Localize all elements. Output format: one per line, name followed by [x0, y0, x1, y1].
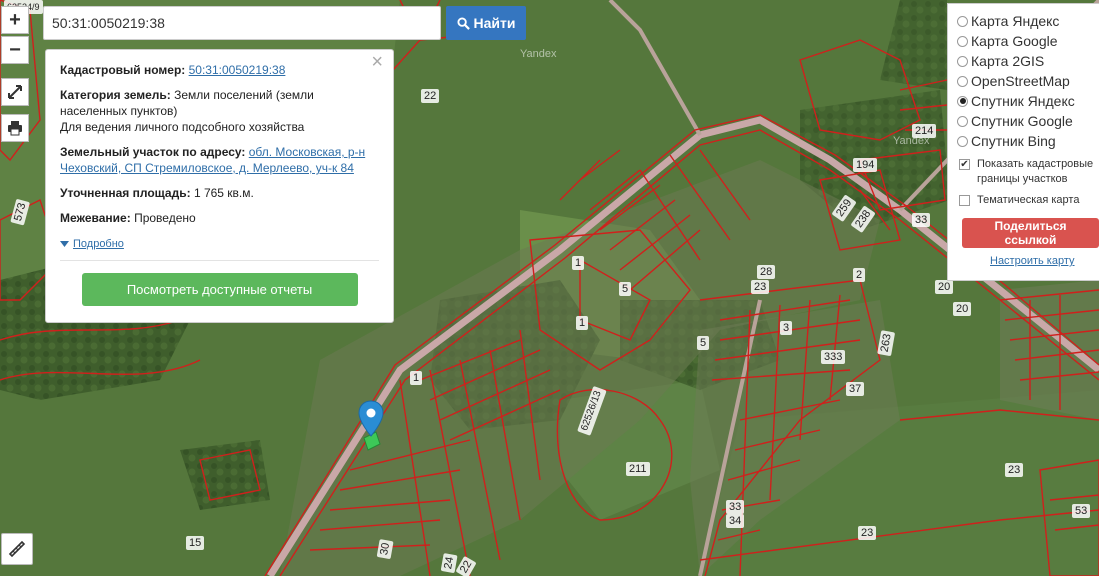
layer-option-label: Карта Google — [971, 33, 1058, 49]
panel-divider — [60, 260, 379, 261]
parcel-label: 5 — [697, 336, 710, 350]
layer-option-label: Спутник Яндекс — [971, 93, 1075, 109]
search-button-label: Найти — [473, 15, 516, 31]
parcel-label: 34 — [726, 514, 745, 528]
address-row: Земельный участок по адресу: обл. Москов… — [60, 144, 379, 176]
parcel-label: 3 — [780, 321, 793, 335]
parcel-label: 20 — [953, 302, 972, 316]
layer-radio[interactable] — [957, 95, 968, 107]
print-button[interactable] — [1, 114, 29, 142]
show-cadastral-toggle[interactable]: ✔ Показать кадастровые границы участков — [957, 157, 1099, 187]
parcel-label: 33 — [912, 213, 931, 227]
layer-option[interactable]: OpenStreetMap — [957, 71, 1099, 91]
parcel-label: 33 — [726, 500, 745, 514]
parcel-label: 1 — [410, 371, 423, 385]
parcel-label: 2 — [853, 268, 866, 282]
parcel-label: 214 — [912, 124, 937, 138]
layer-option[interactable]: Спутник Bing — [957, 131, 1099, 151]
search-button[interactable]: Найти — [446, 6, 526, 40]
details-link-label: Подробно — [73, 238, 124, 250]
cadastral-number-label: Кадастровый номер: — [60, 63, 186, 77]
layer-option[interactable]: Карта Яндекс — [957, 11, 1099, 31]
layer-radio[interactable] — [957, 75, 968, 87]
thematic-map-label: Тематическая карта — [977, 194, 1080, 206]
parcel-label: 28 — [757, 265, 776, 279]
survey-row: Межевание: Проведено — [60, 210, 379, 226]
parcel-label: 333 — [821, 350, 846, 364]
printer-icon — [8, 121, 22, 136]
survey-label: Межевание: — [60, 211, 131, 225]
layer-option-label: Спутник Google — [971, 113, 1073, 129]
show-cadastral-checkbox[interactable]: ✔ — [959, 159, 970, 170]
show-cadastral-label: Показать кадастровые границы участков — [977, 158, 1094, 185]
map-watermark: Yandex — [520, 48, 557, 60]
layer-option-label: Карта 2GIS — [971, 53, 1045, 69]
survey-value: Проведено — [134, 211, 196, 225]
layer-option[interactable]: Карта Google — [957, 31, 1099, 51]
cadastral-number-link[interactable]: 50:31:0050219:38 — [189, 63, 286, 77]
expand-icon — [8, 85, 22, 99]
parcel-label: 5 — [619, 282, 632, 296]
parcel-label: 23 — [858, 526, 877, 540]
close-icon[interactable]: × — [371, 52, 383, 72]
parcel-label: 53 — [1072, 504, 1091, 518]
caret-down-icon — [60, 241, 69, 247]
parcel-label: 23 — [751, 280, 770, 294]
layer-radio[interactable] — [957, 115, 968, 127]
details-link[interactable]: Подробно — [60, 236, 124, 252]
land-category-row: Категория земель: Земли поселений (земли… — [60, 87, 379, 135]
area-label: Уточненная площадь: — [60, 186, 191, 200]
parcel-label: 23 — [1005, 463, 1024, 477]
parcel-label: 1 — [572, 256, 585, 270]
layer-option-label: Карта Яндекс — [971, 13, 1060, 29]
ruler-icon — [8, 540, 26, 558]
layer-option[interactable]: Спутник Google — [957, 111, 1099, 131]
zoom-in-button[interactable]: + — [1, 6, 29, 34]
layer-radio[interactable] — [957, 135, 968, 147]
layer-radio[interactable] — [957, 35, 968, 47]
fullscreen-button[interactable] — [1, 78, 29, 106]
parcel-label: 211 — [626, 462, 650, 476]
location-marker[interactable] — [358, 400, 384, 441]
parcel-label: 15 — [186, 536, 205, 550]
layer-option-label: Спутник Bing — [971, 133, 1056, 149]
configure-map-link[interactable]: Настроить карту — [990, 255, 1099, 267]
zoom-out-button[interactable]: − — [1, 36, 29, 64]
thematic-map-toggle[interactable]: Тематическая карта — [957, 193, 1099, 208]
ruler-button[interactable] — [1, 533, 33, 565]
search-input[interactable] — [43, 6, 441, 40]
parcel-label: 194 — [853, 158, 878, 172]
area-row: Уточненная площадь: 1 765 кв.м. — [60, 185, 379, 201]
layer-radio[interactable] — [957, 55, 968, 67]
layer-panel: Карта Яндекс Карта Google Карта 2GIS OpenSt… — [947, 3, 1099, 281]
map-pin-icon — [358, 400, 384, 437]
layer-option[interactable]: Карта 2GIS — [957, 51, 1099, 71]
layer-radio[interactable] — [957, 15, 968, 27]
area-value: 1 765 кв.м. — [193, 186, 254, 200]
parcel-label: 22 — [421, 89, 440, 103]
view-reports-button[interactable]: Посмотреть доступные отчеты — [81, 273, 358, 306]
address-label: Земельный участок по адресу: — [60, 145, 246, 159]
layer-options: Карта Яндекс Карта Google Карта 2GIS OpenSt… — [957, 11, 1099, 151]
parcel-label: 37 — [846, 382, 865, 396]
parcel-label: 20 — [935, 280, 954, 294]
layer-option[interactable]: Спутник Яндекс — [957, 91, 1099, 111]
parcel-info-panel: × Кадастровый номер: 50:31:0050219:38 Ка… — [45, 49, 394, 323]
parcel-label: 1 — [576, 316, 589, 330]
land-category-label: Категория земель: — [60, 88, 171, 102]
search-icon — [456, 16, 470, 30]
layer-option-label: OpenStreetMap — [971, 73, 1070, 89]
land-use-value: Для ведения личного подсобного хозяйства — [60, 120, 305, 134]
cadastral-number-row: Кадастровый номер: 50:31:0050219:38 — [60, 62, 379, 78]
share-link-button[interactable]: Поделиться ссылкой — [962, 218, 1099, 248]
thematic-map-checkbox[interactable] — [959, 195, 970, 206]
